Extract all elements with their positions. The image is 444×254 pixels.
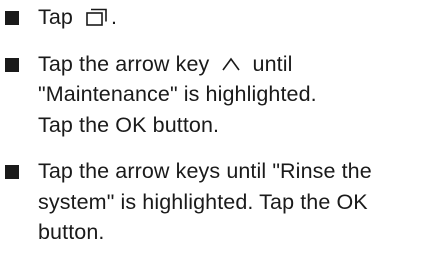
arrow-up-caret-icon [221, 56, 241, 72]
square-bullet [5, 165, 19, 179]
square-bullet [5, 57, 19, 72]
step-1: Tap . [0, 2, 444, 33]
step-3: Tap the arrow keys until "Rinse the syst… [0, 156, 444, 248]
step-3-text-line3: button. [38, 220, 105, 244]
step-2-text-before-icon: Tap the arrow key [38, 51, 216, 76]
step-3-text-line1: Tap the arrow keys until "Rinse the [38, 159, 372, 183]
step-3-text-line2: system" is highlighted. Tap the OK [38, 189, 368, 214]
step-2-text-line2: "Maintenance" is highlighted. [38, 82, 317, 106]
window-stack-icon [85, 7, 109, 27]
step-2-text-after-icon: until [246, 51, 293, 76]
instruction-steps: Tap . Tap the arrow key until "Maintenan… [0, 0, 444, 248]
step-1-text-prefix: Tap [38, 5, 80, 29]
step-2: Tap the arrow key until "Maintenance" is… [0, 49, 444, 141]
step-2-text-line3: Tap the OK button. [38, 112, 220, 137]
square-bullet [5, 11, 19, 25]
step-1-text-suffix: . [111, 5, 118, 29]
